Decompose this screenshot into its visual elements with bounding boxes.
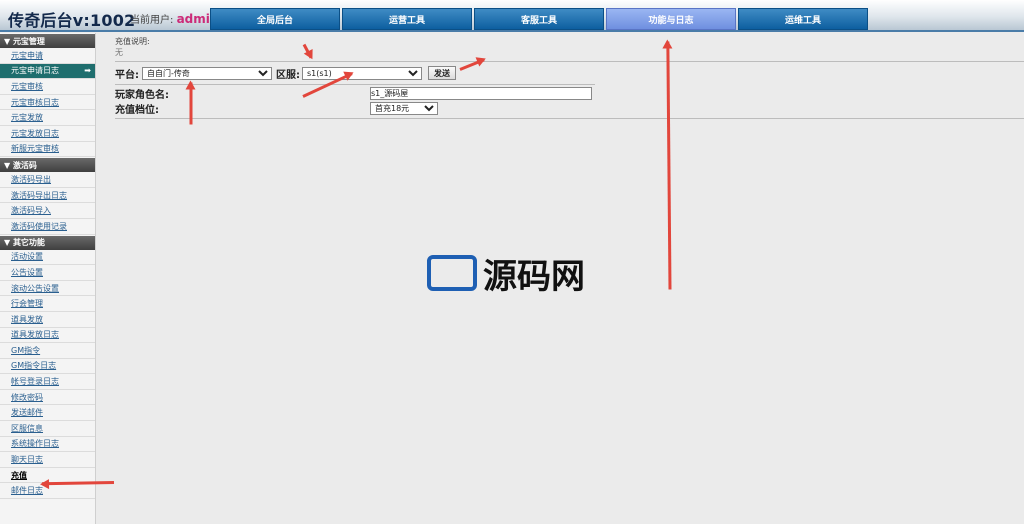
sidebar-item-ingot-apply[interactable]: 元宝申请: [0, 48, 95, 64]
sidebar-item-ingot-issue-log[interactable]: 元宝发放日志: [0, 126, 95, 142]
sidebar-item-code-usage[interactable]: 激活码使用记录: [0, 219, 95, 235]
app-title: 传奇后台v:1002: [8, 11, 136, 30]
sidebar-section-ingot[interactable]: ▼ 元宝管理: [0, 34, 95, 48]
sidebar-item-new-server-ingot-review[interactable]: 新服元宝审核: [0, 142, 95, 158]
divider: [115, 118, 1024, 119]
tier-row: 充值档位: 首充18元: [115, 102, 1024, 116]
sidebar-item-label: 元宝申请日志: [11, 66, 59, 76]
role-row: 玩家角色名:: [115, 87, 1024, 101]
nav-tab-maintenance[interactable]: 运维工具: [738, 8, 868, 30]
sidebar-item-code-export[interactable]: 激活码导出: [0, 172, 95, 188]
sidebar-item-account-login-log[interactable]: 帐号登录日志: [0, 374, 95, 390]
tier-select[interactable]: 首充18元: [370, 102, 438, 115]
sidebar-section-activation-code[interactable]: ▼ 激活码: [0, 158, 95, 173]
role-input[interactable]: [370, 87, 592, 100]
sidebar-item-server-info[interactable]: 区服信息: [0, 421, 95, 437]
notice-title: 充值说明:: [115, 37, 150, 46]
filter-row: 平台: 自自门-传奇 区服: s1(s1) 发送: [115, 65, 1024, 81]
watermark-logo-icon: [427, 255, 477, 291]
annotation-arrow-recharge: [41, 481, 115, 486]
main-content: 充值说明: 无 平台: 自自门-传奇 区服: s1(s1) 发送 玩家角色名: …: [115, 34, 1024, 119]
send-button[interactable]: 发送: [428, 66, 456, 80]
role-label: 玩家角色名:: [115, 90, 169, 101]
main-nav: 全局后台 运营工具 客服工具 功能与日志 运维工具: [210, 8, 870, 30]
sidebar-section-other[interactable]: ▼ 其它功能: [0, 235, 95, 250]
nav-tab-operations[interactable]: 运营工具: [342, 8, 472, 30]
sidebar-item-gm-command[interactable]: GM指令: [0, 343, 95, 359]
notice-text: 无: [115, 48, 123, 57]
arrow-right-icon: ➡: [84, 66, 91, 76]
sidebar: ▼ 元宝管理 元宝申请 元宝申请日志 ➡ 元宝审核 元宝审核日志 元宝发放 元宝…: [0, 33, 96, 524]
nav-tab-functions-logs[interactable]: 功能与日志: [606, 8, 736, 30]
nav-tab-customer-service[interactable]: 客服工具: [474, 8, 604, 30]
sidebar-item-code-import[interactable]: 激活码导入: [0, 203, 95, 219]
sidebar-item-item-issue[interactable]: 道具发放: [0, 312, 95, 328]
sidebar-item-change-password[interactable]: 修改密码: [0, 390, 95, 406]
top-bar: 传奇后台v:1002 当前用户: admin 全局后台 运营工具 客服工具 功能…: [0, 0, 1024, 32]
sidebar-item-send-mail[interactable]: 发送邮件: [0, 405, 95, 422]
nav-tab-global[interactable]: 全局后台: [210, 8, 340, 30]
sidebar-item-event-settings[interactable]: 活动设置: [0, 250, 95, 266]
sidebar-item-notice-settings[interactable]: 公告设置: [0, 265, 95, 281]
current-user-label: 当前用户:: [130, 15, 174, 26]
sidebar-item-guild-management[interactable]: 行会管理: [0, 296, 95, 312]
server-label: 区服:: [276, 69, 300, 81]
server-select[interactable]: s1(s1): [302, 66, 422, 80]
sidebar-item-gm-command-log[interactable]: GM指令日志: [0, 359, 95, 375]
current-user: 当前用户: admin: [130, 11, 218, 26]
sidebar-item-system-log[interactable]: 系统操作日志: [0, 437, 95, 453]
sidebar-item-ingot-review-log[interactable]: 元宝审核日志: [0, 95, 95, 111]
sidebar-item-item-issue-log[interactable]: 道具发放日志: [0, 328, 95, 344]
platform-select[interactable]: 自自门-传奇: [142, 66, 272, 80]
watermark-text: 源码网: [483, 256, 585, 297]
annotation-arrow-platform: [189, 82, 193, 125]
divider: [115, 61, 1024, 62]
platform-label: 平台:: [115, 69, 139, 81]
sidebar-item-ingot-review[interactable]: 元宝审核: [0, 79, 95, 95]
sidebar-item-ingot-apply-log[interactable]: 元宝申请日志 ➡: [0, 63, 95, 80]
sidebar-item-scroll-notice[interactable]: 滚动公告设置: [0, 281, 95, 297]
watermark: 源码网: [427, 250, 622, 297]
sidebar-item-chat-log[interactable]: 聊天日志: [0, 452, 95, 468]
sidebar-item-code-export-log[interactable]: 激活码导出日志: [0, 188, 95, 204]
tier-label: 充值档位:: [115, 105, 159, 116]
sidebar-item-ingot-issue[interactable]: 元宝发放: [0, 110, 95, 126]
